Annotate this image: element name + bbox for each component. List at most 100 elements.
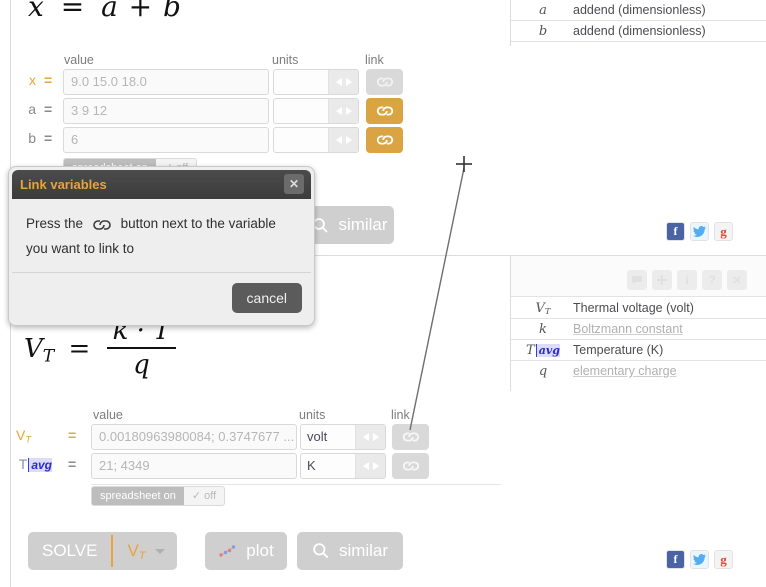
dialog-title: Link variables [20, 177, 107, 192]
value-input-a[interactable]: 3 9 12 [63, 98, 269, 124]
similar-button-bottom-label: similar [338, 541, 389, 560]
spreadsheet-toggle-bottom[interactable]: spreadsheet on ✓ off [91, 486, 226, 506]
value-input-tavg[interactable]: 21; 4349 [91, 453, 297, 479]
close-icon[interactable]: ✕ [727, 270, 747, 290]
value-input-x[interactable]: 9.0 15.0 18.0 [63, 69, 269, 95]
variable-desc-k[interactable]: Boltzmann constant [573, 322, 683, 336]
dialog-body-after: button next to the variable [120, 216, 276, 231]
units-input-tavg[interactable]: K [300, 453, 386, 479]
units-swap-button-tavg[interactable] [355, 454, 385, 478]
google-plus-icon[interactable]: g [714, 222, 733, 241]
info-icon[interactable]: i [677, 270, 697, 290]
equation-bottom-op: = [68, 334, 91, 364]
variable-row-q: q elementary charge [511, 361, 766, 382]
fraction-denominator: q [106, 347, 177, 380]
variable-row-b: b addend (dimensionless) [511, 21, 766, 42]
var-row-x: x = 9.0 15.0 18.0 [0, 69, 766, 95]
add-icon[interactable] [652, 270, 672, 290]
equation-op: = [60, 0, 86, 23]
variable-symbol-tavg[interactable]: Tavg [523, 343, 563, 358]
variable-desc-tavg: Temperature (K) [573, 343, 664, 357]
similar-button-bottom[interactable]: similar [297, 532, 403, 570]
units-input-x[interactable] [273, 69, 359, 95]
variable-row-k: k Boltzmann constant [511, 319, 766, 340]
units-swap-button-x[interactable] [328, 70, 358, 94]
social-buttons-top: f g [666, 222, 733, 241]
chain-icon [402, 432, 419, 442]
var-eq-x: = [44, 72, 53, 88]
col-head-value-bottom: value [93, 408, 123, 422]
col-head-units-bottom: units [299, 408, 326, 422]
scatter-plot-icon [218, 543, 237, 559]
link-button-a[interactable] [366, 98, 403, 124]
col-head-units-top: units [272, 53, 299, 67]
plot-button[interactable]: plot [205, 532, 287, 570]
col-head-value-top: value [64, 53, 94, 67]
solve-variable-dropdown[interactable]: VT [113, 532, 176, 570]
var-row-vt: VT = 0.00180963980084; 0.3747677 ... vol… [0, 424, 766, 450]
var-row-tavg: Tavg = 21; 4349 K [0, 453, 766, 479]
var-label-x: x [29, 72, 36, 88]
variable-row-tavg: Tavg Temperature (K) [511, 340, 766, 361]
equation-bottom: VT = k · T q [24, 316, 178, 382]
dialog-body-line2: you want to link to [26, 241, 135, 256]
var-row-a: a = 3 9 12 [0, 98, 766, 124]
chain-icon [91, 216, 113, 238]
var-label-vt: VT [16, 427, 31, 445]
variable-desc-q[interactable]: elementary charge [573, 364, 677, 378]
chain-icon [402, 461, 419, 471]
solve-variable-label: VT [127, 540, 146, 562]
var-label-tavg[interactable]: Tavg [0, 456, 52, 472]
cancel-button[interactable]: cancel [231, 283, 302, 313]
dialog-titlebar: Link variables ✕ [12, 170, 311, 199]
help-icon[interactable]: ? [702, 270, 722, 290]
units-input-b[interactable] [273, 127, 359, 153]
units-swap-button-vt[interactable] [355, 425, 385, 449]
solve-button[interactable]: SOLVE [28, 532, 111, 570]
twitter-icon[interactable] [690, 222, 709, 241]
close-icon[interactable]: ✕ [284, 174, 304, 194]
social-buttons-bottom: f g [666, 550, 733, 569]
solve-button-group[interactable]: SOLVE VT [28, 532, 177, 570]
facebook-icon[interactable]: f [666, 550, 685, 569]
var-eq-vt: = [68, 427, 77, 443]
units-swap-button-a[interactable] [328, 99, 358, 123]
magnifier-icon [312, 542, 330, 560]
link-button-b[interactable] [366, 127, 403, 153]
units-input-a[interactable] [273, 98, 359, 124]
value-input-vt[interactable]: 0.00180963980084; 0.3747677 ... [91, 424, 297, 450]
link-variables-dialog: Link variables ✕ Press the button next t… [8, 166, 315, 326]
link-button-tavg[interactable] [392, 453, 429, 479]
similar-button-top[interactable]: similar [306, 206, 394, 244]
dialog-body-before: Press the [26, 216, 84, 231]
variable-panel-top: a addend (dimensionless) b addend (dimen… [510, 0, 766, 46]
col-head-link-top: link [365, 53, 384, 67]
spreadsheet-off-label-bottom[interactable]: ✓ off [184, 487, 224, 505]
similar-button-top-label: similar [338, 215, 388, 234]
col-head-link-bottom: link [391, 408, 410, 422]
link-button-vt[interactable] [392, 424, 429, 450]
var-eq-a: = [44, 101, 53, 117]
google-plus-icon[interactable]: g [714, 550, 733, 569]
units-value-vt: volt [307, 429, 328, 444]
app-root: x = a + b value units link x = 9.0 15.0 … [0, 0, 766, 587]
facebook-icon[interactable]: f [666, 222, 685, 241]
var-eq-b: = [44, 130, 53, 146]
units-value-tavg: K [307, 458, 316, 473]
equation-lhs: x [28, 0, 45, 23]
variable-panel-bottom: i ? ✕ VT Thermal voltage (volt) k Boltzm… [510, 256, 766, 391]
variable-desc-b: addend (dimensionless) [573, 24, 706, 38]
variable-symbol-k: k [539, 322, 547, 337]
units-swap-button-b[interactable] [328, 128, 358, 152]
variable-row-vt: VT Thermal voltage (volt) [511, 298, 766, 319]
chevron-down-icon [154, 548, 165, 554]
value-input-b[interactable]: 6 [63, 127, 269, 153]
units-input-vt[interactable]: volt [300, 424, 386, 450]
variable-row-a: a addend (dimensionless) [511, 0, 766, 21]
chain-icon [376, 77, 393, 87]
twitter-icon[interactable] [690, 550, 709, 569]
link-button-x[interactable] [366, 69, 403, 95]
spreadsheet-on-label-bottom[interactable]: spreadsheet on [92, 487, 184, 505]
comment-icon[interactable] [627, 270, 647, 290]
chain-icon [376, 135, 393, 145]
